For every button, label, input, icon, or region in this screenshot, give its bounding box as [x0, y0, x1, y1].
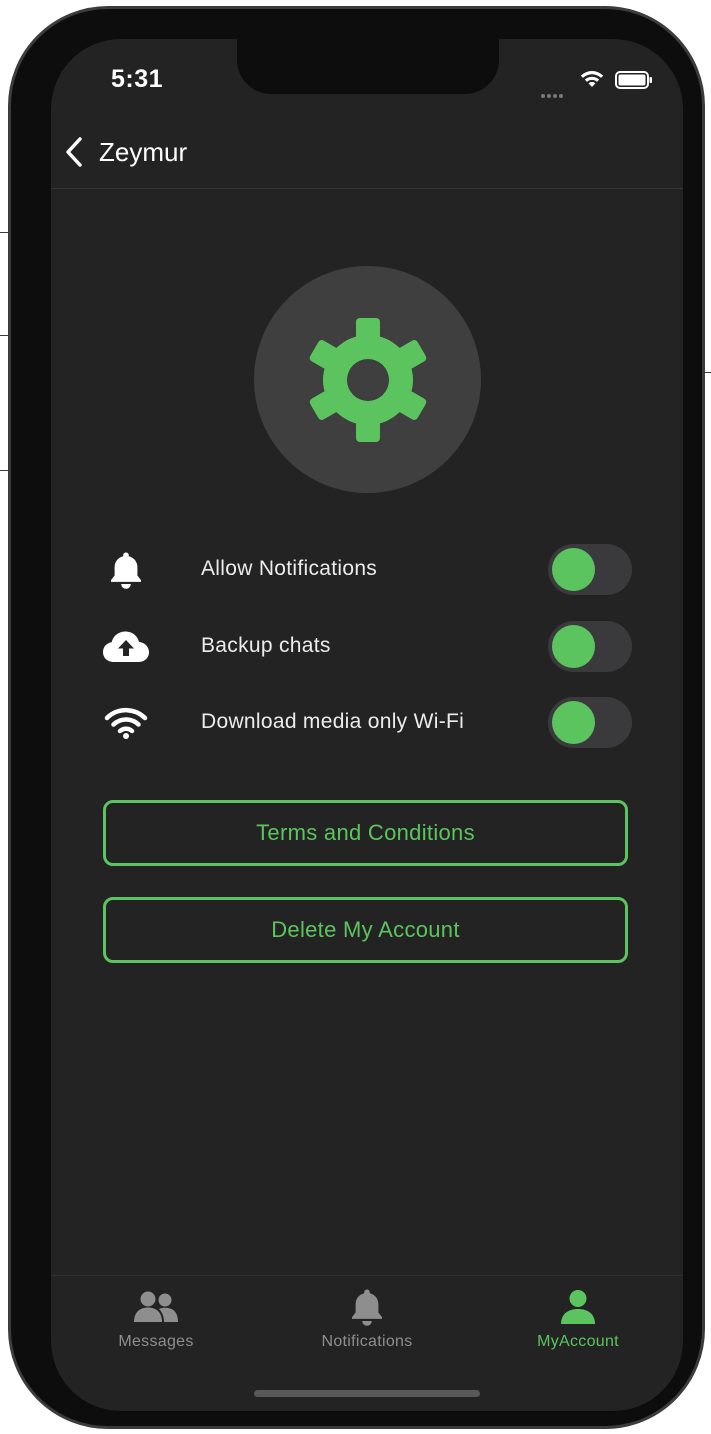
tab-label: MyAccount — [537, 1333, 619, 1350]
tab-bar-divider — [51, 1275, 683, 1276]
nav-title: Zeymur — [99, 136, 188, 167]
allow-notifications-toggle[interactable] — [548, 544, 632, 595]
tab-label: Messages — [118, 1333, 194, 1350]
settings-row-notifications: Allow Notifications — [51, 543, 683, 597]
setting-label: Backup chats — [201, 634, 331, 657]
gear-icon — [309, 317, 426, 442]
toggle-knob — [552, 625, 595, 668]
bell-icon — [99, 543, 153, 597]
cloud-upload-icon — [99, 620, 153, 674]
setting-label: Allow Notifications — [201, 557, 378, 580]
settings-row-backup: Backup chats — [51, 620, 683, 674]
settings-row-wifi-download: Download media only Wi-Fi — [51, 696, 683, 750]
home-indicator[interactable] — [254, 1390, 480, 1397]
bell-icon — [350, 1287, 384, 1327]
terms-and-conditions-button[interactable]: Terms and Conditions — [103, 800, 628, 866]
nav-divider — [51, 188, 683, 189]
user-icon — [560, 1287, 596, 1327]
settings-avatar — [254, 266, 481, 493]
wifi-icon — [99, 696, 153, 750]
toggle-knob — [552, 548, 595, 591]
phone-frame: 5:31 Zeymur Allow Notifications Backup c… — [8, 6, 705, 1429]
chevron-left-icon — [66, 137, 82, 167]
tab-notifications[interactable]: Notifications — [277, 1287, 457, 1357]
delete-account-button[interactable]: Delete My Account — [103, 897, 628, 963]
app-screen: 5:31 Zeymur Allow Notifications Backup c… — [51, 39, 683, 1411]
signal-dots-icon — [541, 85, 571, 98]
battery-icon — [615, 71, 652, 89]
tab-messages[interactable]: Messages — [66, 1287, 246, 1357]
back-button[interactable]: Zeymur — [63, 134, 213, 170]
wifi-only-download-toggle[interactable] — [548, 697, 632, 748]
toggle-knob — [552, 701, 595, 744]
tab-label: Notifications — [321, 1333, 413, 1350]
tab-myaccount[interactable]: MyAccount — [488, 1287, 668, 1357]
notch — [237, 39, 499, 94]
status-wifi-icon — [580, 71, 604, 87]
backup-chats-toggle[interactable] — [548, 621, 632, 672]
users-icon — [132, 1287, 180, 1327]
setting-label: Download media only Wi-Fi — [201, 710, 465, 733]
status-time: 5:31 — [111, 65, 164, 93]
